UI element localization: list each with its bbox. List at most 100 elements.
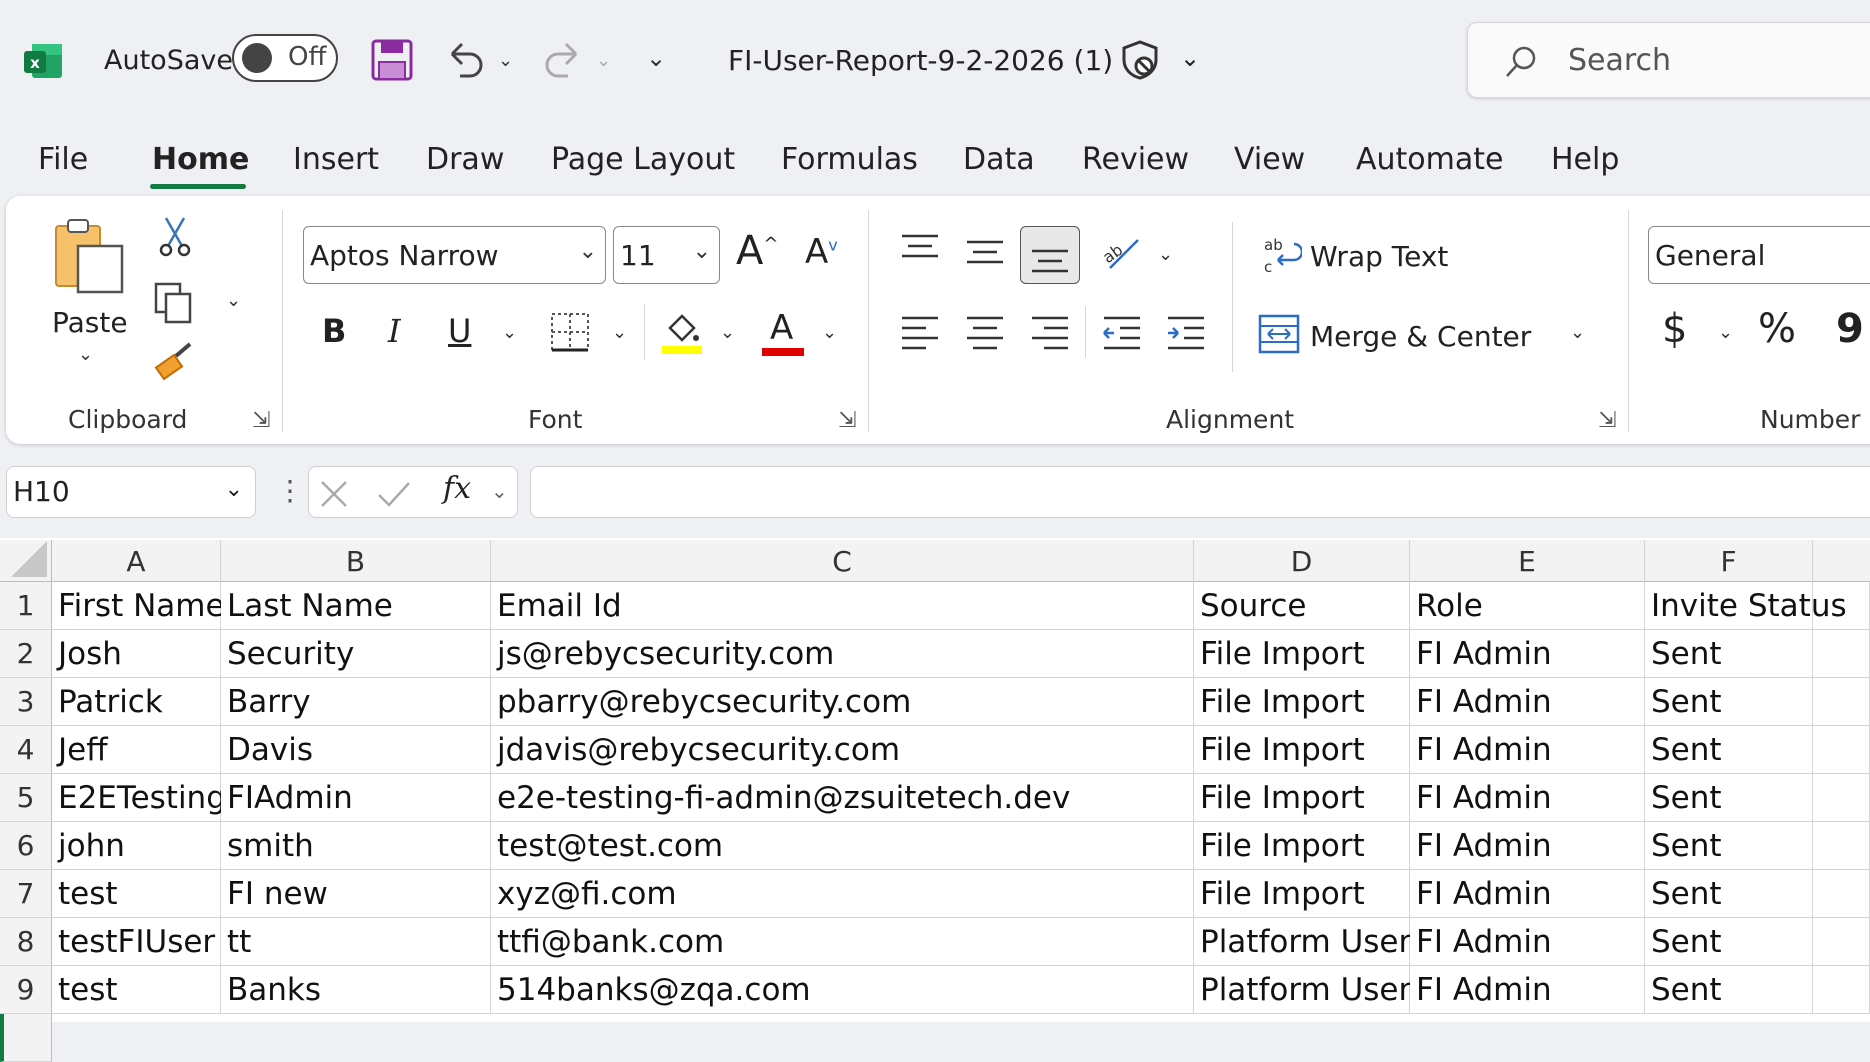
clipboard-dialog-launcher-icon[interactable]: ⇲ xyxy=(252,408,270,433)
currency-format-button[interactable]: $ xyxy=(1662,306,1687,352)
table-cell[interactable]: test xyxy=(52,966,221,1014)
underline-dropdown-chevron-icon[interactable]: ⌄ xyxy=(502,322,517,343)
table-cell[interactable]: Barry xyxy=(221,678,491,726)
tab-formulas[interactable]: Formulas xyxy=(781,142,918,177)
table-cell[interactable] xyxy=(1813,870,1870,918)
format-painter-icon[interactable] xyxy=(154,340,194,382)
decrease-indent-icon[interactable] xyxy=(1102,312,1142,352)
sensitivity-shield-icon[interactable] xyxy=(1118,38,1162,82)
comma-style-button[interactable]: 9 xyxy=(1836,306,1864,352)
table-cell[interactable]: Sent xyxy=(1645,630,1813,678)
tab-draw[interactable]: Draw xyxy=(426,142,504,177)
header-cell[interactable]: First Name xyxy=(52,582,225,630)
column-header-c[interactable]: C xyxy=(491,540,1194,582)
table-cell[interactable]: File Import xyxy=(1194,774,1410,822)
header-cell[interactable]: Source xyxy=(1194,582,1410,630)
wrap-text-label[interactable]: Wrap Text xyxy=(1310,240,1448,273)
column-header-f[interactable]: F xyxy=(1645,540,1813,582)
table-cell[interactable]: testFIUser xyxy=(52,918,221,966)
align-left-icon[interactable] xyxy=(900,312,940,352)
row-header[interactable]: 4 xyxy=(0,726,52,774)
table-cell[interactable] xyxy=(1813,822,1870,870)
header-cell[interactable]: Last Name xyxy=(221,582,491,630)
table-cell[interactable]: Sent xyxy=(1645,726,1813,774)
increase-indent-icon[interactable] xyxy=(1166,312,1206,352)
fx-chevron-icon[interactable]: ⌄ xyxy=(491,479,508,503)
formula-input[interactable] xyxy=(530,466,1870,518)
font-dialog-launcher-icon[interactable]: ⇲ xyxy=(838,408,856,433)
table-cell[interactable]: Security xyxy=(221,630,491,678)
table-cell[interactable]: FI Admin xyxy=(1410,630,1645,678)
table-cell[interactable]: Sent xyxy=(1645,966,1813,1014)
table-cell[interactable]: Platform User xyxy=(1194,918,1411,966)
table-cell[interactable]: FI Admin xyxy=(1410,822,1645,870)
merge-center-dropdown-chevron-icon[interactable]: ⌄ xyxy=(1570,322,1585,343)
table-cell[interactable]: FI Admin xyxy=(1410,678,1645,726)
percent-style-button[interactable]: % xyxy=(1758,306,1796,352)
column-header-e[interactable]: E xyxy=(1410,540,1645,582)
confirm-entry-icon[interactable] xyxy=(377,479,411,509)
table-cell[interactable]: File Import xyxy=(1194,678,1410,726)
table-cell[interactable]: Sent xyxy=(1645,822,1813,870)
table-cell[interactable]: Davis xyxy=(221,726,491,774)
borders-icon[interactable] xyxy=(550,312,590,352)
tab-automate[interactable]: Automate xyxy=(1356,142,1503,177)
select-all-corner[interactable] xyxy=(0,540,52,582)
shrink-font-icon[interactable]: Av xyxy=(805,232,838,272)
title-dropdown-chevron-icon[interactable]: ⌄ xyxy=(1180,44,1200,72)
paste-dropdown-chevron-icon[interactable]: ⌄ xyxy=(78,344,93,365)
table-cell[interactable] xyxy=(1813,678,1870,726)
column-header-b[interactable]: B xyxy=(221,540,491,582)
table-cell[interactable]: Banks xyxy=(221,966,491,1014)
align-right-icon[interactable] xyxy=(1030,312,1070,352)
currency-dropdown-chevron-icon[interactable]: ⌄ xyxy=(1718,322,1733,343)
table-cell[interactable]: FI Admin xyxy=(1410,726,1645,774)
tab-home[interactable]: Home xyxy=(152,142,249,177)
tab-page-layout[interactable]: Page Layout xyxy=(551,142,735,177)
alignment-dialog-launcher-icon[interactable]: ⇲ xyxy=(1598,408,1616,433)
table-cell[interactable]: Sent xyxy=(1645,918,1813,966)
table-cell[interactable]: FI Admin xyxy=(1410,774,1645,822)
bottom-align-button[interactable] xyxy=(1020,226,1080,284)
row-header-partial[interactable] xyxy=(0,1014,52,1062)
table-cell[interactable]: Platform User xyxy=(1194,966,1411,1014)
table-cell[interactable]: File Import xyxy=(1194,822,1410,870)
autosave-toggle[interactable]: Off xyxy=(232,34,338,82)
table-cell[interactable]: js@rebycsecurity.com xyxy=(491,630,1194,678)
font-size-dropdown[interactable]: 11 ⌄ xyxy=(613,226,720,284)
fill-color-dropdown-chevron-icon[interactable]: ⌄ xyxy=(720,322,735,343)
tab-help[interactable]: Help xyxy=(1551,142,1619,177)
table-cell[interactable]: File Import xyxy=(1194,870,1410,918)
table-cell[interactable] xyxy=(1813,774,1870,822)
table-cell[interactable]: Sent xyxy=(1645,678,1813,726)
undo-icon[interactable] xyxy=(442,36,488,82)
customize-toolbar-icon[interactable]: ⌄ xyxy=(646,44,666,72)
table-cell[interactable]: ttfi@bank.com xyxy=(491,918,1194,966)
table-cell[interactable]: xyz@fi.com xyxy=(491,870,1194,918)
table-cell[interactable]: File Import xyxy=(1194,630,1410,678)
save-icon[interactable] xyxy=(370,38,414,82)
merge-center-icon[interactable] xyxy=(1258,314,1300,354)
align-center-icon[interactable] xyxy=(965,312,1005,352)
search-box[interactable]: Search xyxy=(1467,22,1870,98)
row-header[interactable]: 3 xyxy=(0,678,52,726)
tab-review[interactable]: Review xyxy=(1082,142,1189,177)
column-header-d[interactable]: D xyxy=(1194,540,1410,582)
header-cell[interactable]: Role xyxy=(1410,582,1645,630)
redo-icon[interactable] xyxy=(540,36,586,82)
middle-align-icon[interactable] xyxy=(965,236,1005,270)
table-cell[interactable]: pbarry@rebycsecurity.com xyxy=(491,678,1194,726)
column-header-a[interactable]: A xyxy=(52,540,221,582)
bold-button[interactable]: B xyxy=(322,312,346,350)
row-header[interactable]: 2 xyxy=(0,630,52,678)
table-cell[interactable]: Jeff xyxy=(52,726,221,774)
table-cell[interactable]: FIAdmin xyxy=(221,774,491,822)
italic-button[interactable]: I xyxy=(388,312,401,350)
tab-data[interactable]: Data xyxy=(963,142,1035,177)
table-cell[interactable]: e2e-testing-fi-admin@zsuitetech.dev xyxy=(491,774,1194,822)
row-header[interactable]: 6 xyxy=(0,822,52,870)
table-cell[interactable]: Josh xyxy=(52,630,221,678)
tab-file[interactable]: File xyxy=(38,142,88,177)
table-cell[interactable]: FI Admin xyxy=(1410,870,1645,918)
table-cell[interactable]: test@test.com xyxy=(491,822,1194,870)
